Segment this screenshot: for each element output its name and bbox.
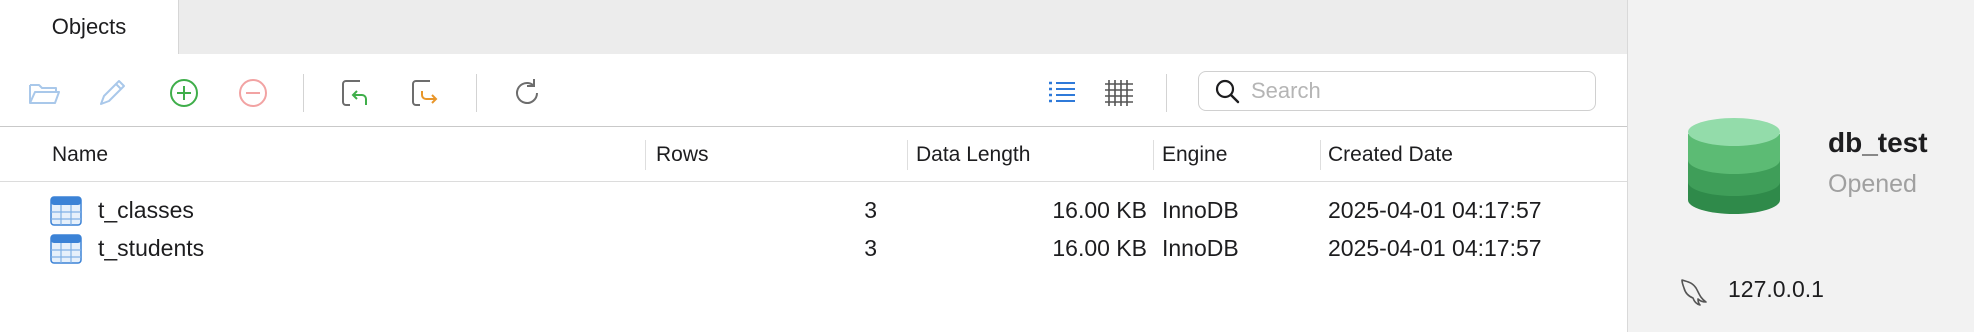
minus-circle-icon bbox=[239, 79, 267, 107]
row-data-length: 16.00 KB bbox=[1052, 234, 1147, 261]
toolbar bbox=[0, 54, 1627, 127]
refresh-button[interactable] bbox=[507, 73, 547, 113]
list-view-button[interactable] bbox=[1042, 73, 1082, 113]
database-name: db_test bbox=[1828, 127, 1928, 158]
design-table-button[interactable] bbox=[92, 73, 132, 113]
row-name: t_classes bbox=[98, 196, 194, 223]
table-header: Name Rows Data Length Engine Created Dat… bbox=[0, 128, 1627, 182]
grid-view-button[interactable] bbox=[1099, 73, 1139, 113]
column-header-created-date[interactable]: Created Date bbox=[1328, 128, 1453, 182]
objects-pane: Objects Search Name Rows Data Length Eng… bbox=[0, 0, 1627, 332]
toolbar-separator bbox=[476, 74, 477, 112]
database-status: Opened bbox=[1828, 170, 1917, 198]
grid-view-icon bbox=[1105, 80, 1133, 106]
column-divider[interactable] bbox=[1320, 140, 1321, 170]
open-table-button[interactable] bbox=[24, 73, 64, 113]
export-wizard-button[interactable] bbox=[404, 73, 444, 113]
row-data-length: 16.00 KB bbox=[1052, 196, 1147, 223]
tab-bar: Objects bbox=[0, 0, 1627, 54]
search-box[interactable] bbox=[1198, 71, 1596, 111]
info-panel: db_test Opened 127.0.0.1 bbox=[1627, 0, 1974, 332]
search-icon bbox=[1207, 72, 1247, 110]
new-table-button[interactable] bbox=[164, 73, 204, 113]
pencil-icon bbox=[100, 80, 125, 105]
row-engine: InnoDB bbox=[1162, 196, 1239, 223]
delete-table-button[interactable] bbox=[233, 73, 273, 113]
mysql-dolphin-icon bbox=[1681, 279, 1707, 306]
column-header-engine[interactable]: Engine bbox=[1162, 128, 1227, 182]
toolbar-separator bbox=[303, 74, 304, 112]
export-icon bbox=[412, 80, 438, 106]
row-created-date: 2025-04-01 04:17:57 bbox=[1328, 196, 1542, 223]
database-icon bbox=[1688, 118, 1780, 214]
row-rows: 3 bbox=[864, 196, 877, 223]
column-header-data-length[interactable]: Data Length bbox=[916, 128, 1030, 182]
toolbar-separator bbox=[1166, 74, 1167, 112]
refresh-icon bbox=[516, 79, 538, 104]
table-row[interactable]: t_classes 3 16.00 KB InnoDB 2025-04-01 0… bbox=[0, 191, 1627, 229]
tab-objects[interactable]: Objects bbox=[0, 0, 179, 54]
column-divider[interactable] bbox=[1153, 140, 1154, 170]
table-icon bbox=[50, 234, 82, 264]
row-engine: InnoDB bbox=[1162, 234, 1239, 261]
column-divider[interactable] bbox=[645, 140, 646, 170]
search-input[interactable] bbox=[1251, 78, 1581, 104]
import-icon bbox=[342, 80, 367, 106]
row-created-date: 2025-04-01 04:17:57 bbox=[1328, 234, 1542, 261]
row-rows: 3 bbox=[864, 234, 877, 261]
column-divider[interactable] bbox=[907, 140, 908, 170]
folder-open-icon bbox=[29, 84, 60, 104]
list-view-icon bbox=[1049, 81, 1075, 103]
table-row[interactable]: t_students 3 16.00 KB InnoDB 2025-04-01 … bbox=[0, 229, 1627, 267]
import-wizard-button[interactable] bbox=[334, 73, 374, 113]
row-name: t_students bbox=[98, 234, 205, 261]
plus-circle-icon bbox=[170, 79, 198, 107]
column-header-rows[interactable]: Rows bbox=[656, 128, 709, 182]
table-icon bbox=[50, 196, 82, 226]
host-address: 127.0.0.1 bbox=[1728, 276, 1824, 302]
column-header-name[interactable]: Name bbox=[52, 128, 108, 182]
